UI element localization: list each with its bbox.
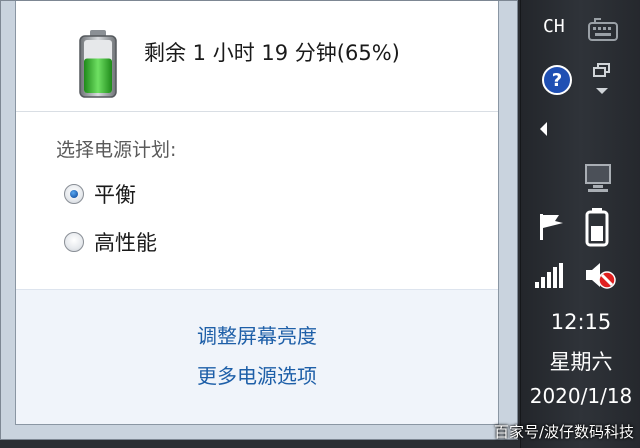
- monitor-icon[interactable]: [583, 162, 615, 194]
- taskbar-tray: CH ? 12:15 星期六 2020/1/18: [520, 0, 640, 448]
- more-power-options-link[interactable]: 更多电源选项: [16, 360, 498, 389]
- language-indicator[interactable]: CH: [543, 16, 565, 37]
- speaker-muted-icon[interactable]: [583, 258, 617, 292]
- clock-time[interactable]: 12:15: [521, 310, 640, 334]
- flyout-footer: 调整屏幕亮度 更多电源选项: [16, 289, 498, 424]
- help-icon[interactable]: ?: [541, 64, 573, 96]
- power-plan-label: 选择电源计划:: [56, 139, 177, 161]
- divider: [16, 111, 498, 112]
- plan-balanced-label: 平衡: [94, 183, 136, 207]
- plan-high-performance-label: 高性能: [94, 231, 157, 255]
- battery-remaining-text: 剩余 1 小时 19 分钟(65%): [144, 41, 400, 65]
- plan-balanced-radio[interactable]: [64, 184, 84, 204]
- keyboard-icon[interactable]: [587, 14, 619, 44]
- battery-level-fill: [84, 58, 112, 93]
- plan-high-performance-option[interactable]: 高性能: [64, 227, 157, 257]
- network-signal-icon[interactable]: [533, 262, 565, 290]
- clock-date[interactable]: 2020/1/18: [521, 384, 640, 408]
- clock-weekday[interactable]: 星期六: [521, 346, 640, 376]
- adjust-brightness-link[interactable]: 调整屏幕亮度: [16, 320, 498, 349]
- show-hidden-arrow-icon[interactable]: [537, 120, 551, 138]
- battery-large-icon: [79, 30, 117, 98]
- plan-balanced-option[interactable]: 平衡: [64, 179, 136, 209]
- power-flyout-frame: 剩余 1 小时 19 分钟(65%) 选择电源计划: 平衡 高性能 调整屏幕亮度…: [0, 0, 518, 440]
- action-center-flag-icon[interactable]: [535, 210, 569, 244]
- power-flyout: 剩余 1 小时 19 分钟(65%) 选择电源计划: 平衡 高性能 调整屏幕亮度…: [15, 1, 499, 425]
- plan-high-performance-radio[interactable]: [64, 232, 84, 252]
- restore-icon[interactable]: [591, 62, 613, 100]
- svg-text:?: ?: [552, 70, 562, 91]
- watermark: 百家号/波仔数码科技: [493, 423, 634, 441]
- battery-status-row: 剩余 1 小时 19 分钟(65%): [78, 25, 478, 99]
- battery-icon[interactable]: [583, 206, 611, 248]
